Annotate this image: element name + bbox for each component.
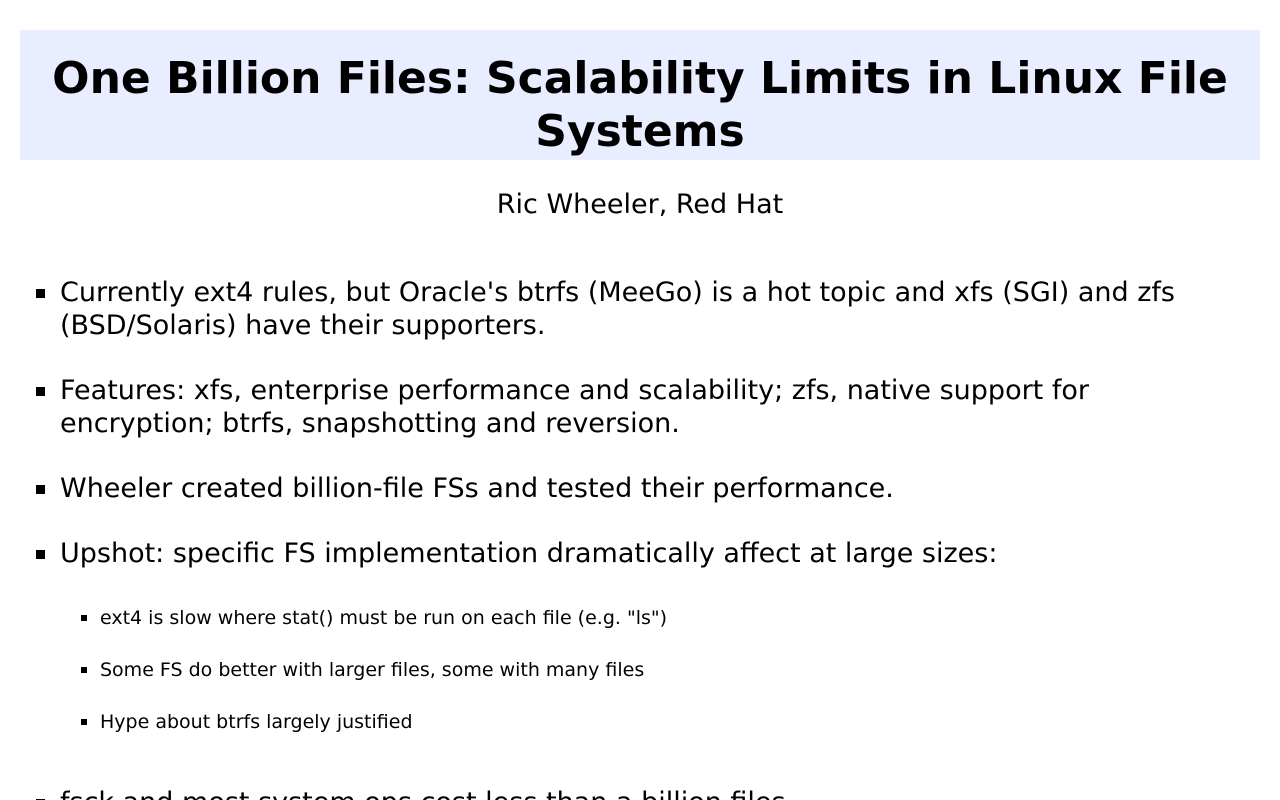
- bullet-item: Wheeler created billion-file FSs and tes…: [36, 472, 1250, 505]
- bullet-item: Currently ext4 rules, but Oracle's btrfs…: [36, 276, 1250, 342]
- bullet-item: Upshot: specific FS implementation drama…: [36, 537, 1250, 570]
- bullet-item: Features: xfs, enterprise performance an…: [36, 374, 1250, 440]
- sub-bullet-item: Some FS do better with larger files, som…: [81, 658, 1240, 682]
- slide-author: Ric Wheeler, Red Hat: [496, 189, 784, 220]
- slide-title: One Billion Files: Scalability Limits in…: [52, 53, 1228, 157]
- slide: One Billion Files: Scalability Limits in…: [0, 0, 1280, 800]
- sub-bullet-item: Hype about btrfs largely justified: [81, 710, 1240, 734]
- sub-bullet-item: ext4 is slow where stat() must be run on…: [81, 606, 1240, 630]
- bullet-item-partial: fsck and most system ops cost less than …: [36, 786, 1250, 800]
